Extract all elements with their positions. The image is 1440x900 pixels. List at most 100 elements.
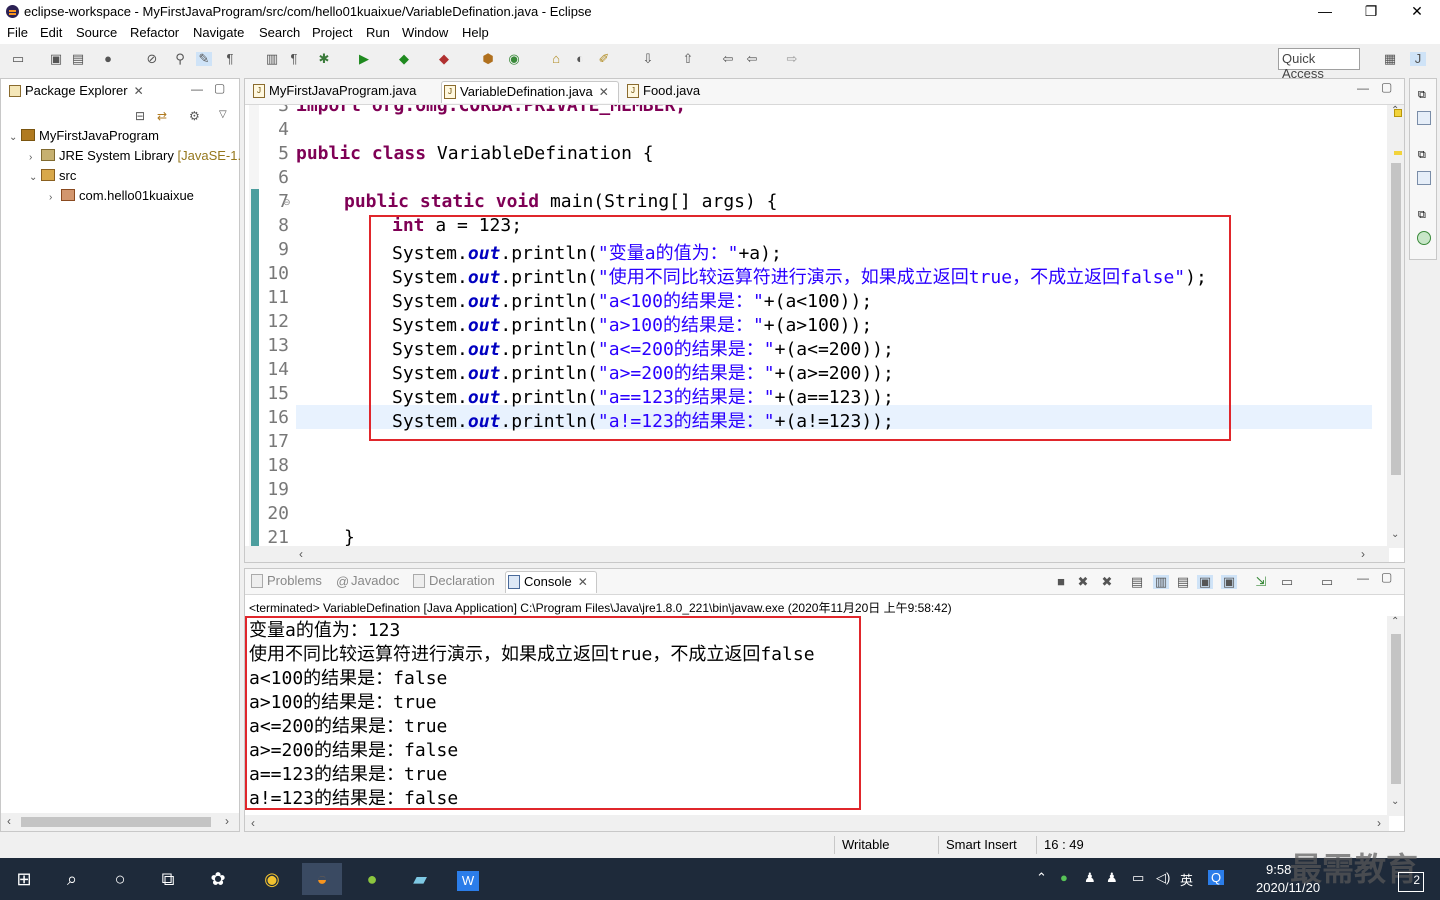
run-icon[interactable]: ▶ [356,52,372,66]
menu-refactor[interactable]: Refactor [130,25,179,40]
windows-start-icon[interactable]: ⊞ [4,863,44,895]
qq-icon[interactable]: ♟ [1106,870,1118,886]
coverage-icon[interactable]: ◆ [396,52,412,66]
console-vscroll[interactable]: ⌃ ⌄ [1387,616,1404,816]
restore-icon[interactable]: ⧉ [1418,89,1426,102]
notepad-app-icon[interactable]: ▰ [400,863,440,895]
wechat-icon[interactable]: ● [1060,870,1068,885]
show-stderr-icon[interactable]: ▣ [1221,575,1237,589]
external-tools-icon[interactable]: ◆ [436,52,452,66]
next-annotation-icon[interactable]: ⇩ [640,52,656,66]
new-java-project-icon[interactable]: ⬢ [480,52,496,66]
search-icon[interactable]: ✐ [596,52,612,66]
explorer-hscroll[interactable]: ‹ › [1,813,239,831]
back-icon[interactable]: ⇦ [744,52,760,66]
qq-icon[interactable]: ♟ [1084,870,1096,886]
scroll-right-icon[interactable]: › [225,814,229,828]
overview-marker[interactable] [1394,151,1402,155]
show-stdout-icon[interactable]: ▣ [1197,575,1213,589]
scroll-right-icon[interactable]: › [1377,816,1381,830]
cortana-icon[interactable]: ○ [100,863,140,895]
tab-javadoc[interactable]: @ Javadoc [333,571,399,593]
close-button[interactable]: ✕ [1394,0,1440,24]
scroll-down-icon[interactable]: ⌄ [1391,529,1399,540]
outline-icon[interactable] [1417,171,1431,185]
view-menu-icon[interactable]: ▽ [219,109,227,120]
forward-icon[interactable]: ⇨ [784,52,800,66]
show-paragraph-icon[interactable]: ¶ [286,52,302,66]
melon-app-icon[interactable]: ● [352,863,392,895]
tree-item-project[interactable]: ⌄ MyFirstJavaProgram [9,126,159,146]
menu-file[interactable]: File [7,25,28,40]
minimize-button[interactable]: — [1302,0,1348,24]
collapse-all-icon[interactable]: ⊟ [135,109,145,123]
debug-icon[interactable]: ✱ [316,52,332,66]
menu-run[interactable]: Run [366,25,390,40]
chevron-right-icon[interactable]: › [29,148,41,168]
scroll-up-icon[interactable]: ⌃ [1391,616,1399,627]
tab-variabledefination[interactable]: J VariableDefination.java ✕ [441,81,619,103]
eclipse-taskbar-icon[interactable]: ◒ [302,863,342,895]
console-hscroll[interactable]: ‹ › [245,815,1389,831]
maximize-view-icon[interactable]: ▢ [1381,80,1392,94]
tab-myfirstjavaprogram[interactable]: J MyFirstJavaProgram.java [251,81,435,103]
menu-navigate[interactable]: Navigate [193,25,244,40]
open-type-icon[interactable]: ⌂ [548,52,564,66]
chevron-down-icon[interactable]: ⌄ [29,168,41,188]
save-icon[interactable]: ▣ [48,52,64,66]
network-icon[interactable]: ▭ [1132,870,1144,886]
last-edit-icon[interactable]: ⇦ [720,52,736,66]
restore-icon[interactable]: ⧉ [1418,209,1426,222]
tree-item-package[interactable]: › com.hello01kuaixue [49,186,194,206]
close-icon[interactable]: ✕ [599,85,609,99]
remove-all-icon[interactable]: ✖ [1099,575,1115,589]
menu-window[interactable]: Window [402,25,448,40]
open-task-icon[interactable]: ◐ [572,52,588,66]
scroll-lock-icon[interactable]: ▥ [1153,575,1169,589]
maximize-button[interactable]: ❐ [1348,0,1394,24]
block-select-icon[interactable]: ▥ [264,52,280,66]
chevron-right-icon[interactable]: › [49,188,61,208]
tasks-icon[interactable] [1417,231,1431,245]
pinwheel-app-icon[interactable]: ✿ [198,863,238,895]
tab-declaration[interactable]: Declaration [411,571,495,593]
tree-item-src[interactable]: ⌄ src [29,166,76,186]
clear-console-icon[interactable]: ▤ [1129,575,1145,589]
fold-icon[interactable]: ⊖ [283,197,291,208]
tab-console[interactable]: Console ✕ [505,571,597,593]
scroll-thumb[interactable] [1391,634,1401,784]
pin-console-icon[interactable]: ⇲ [1253,575,1269,589]
new-icon[interactable]: ▭ [10,52,26,66]
minimize-view-icon[interactable]: — [191,82,203,96]
menu-source[interactable]: Source [76,25,117,40]
show-whitespace-icon[interactable]: ¶ [222,52,238,66]
terminate-icon[interactable]: ■ [1053,575,1069,589]
menu-help[interactable]: Help [462,25,489,40]
tray-expand-icon[interactable]: ⌃ [1036,870,1047,886]
scroll-right-icon[interactable]: › [1361,547,1365,561]
scroll-thumb[interactable] [21,817,211,827]
tab-problems[interactable]: Problems [249,571,322,593]
task-list-icon[interactable] [1417,111,1431,125]
maximize-view-icon[interactable]: ▢ [214,81,225,95]
close-icon[interactable]: ✕ [578,575,588,589]
prev-annotation-icon[interactable]: ⇧ [680,52,696,66]
editor-hscroll[interactable]: ‹ › [245,546,1389,562]
warning-marker-icon[interactable] [1394,109,1402,117]
link-with-editor-icon[interactable]: ⇄ [157,109,167,123]
ime-indicator[interactable]: 英 [1180,870,1193,889]
tab-food[interactable]: J Food.java [625,81,725,103]
tab-package-explorer[interactable]: Package Explorer ✕ [5,81,144,103]
word-wrap-icon[interactable]: ▤ [1175,575,1191,589]
menu-search[interactable]: Search [259,25,300,40]
maximize-view-icon[interactable]: ▢ [1381,570,1392,584]
menu-project[interactable]: Project [312,25,352,40]
code-area[interactable]: 3 4 5 6 7 8 9 10 11 12 13 14 15 16 17 18 19 20 21 import o… [245,105,1373,548]
menu-edit[interactable]: Edit [40,25,62,40]
scroll-thumb[interactable] [1391,163,1401,475]
app-tray-icon[interactable]: Q [1208,870,1225,885]
quick-access-input[interactable]: Quick Access [1278,48,1360,81]
save-all-icon[interactable]: ▤ [70,52,86,66]
mark-occurrences-icon[interactable]: ✎ [196,52,212,66]
clock-time[interactable]: 9:58 [1266,862,1291,877]
